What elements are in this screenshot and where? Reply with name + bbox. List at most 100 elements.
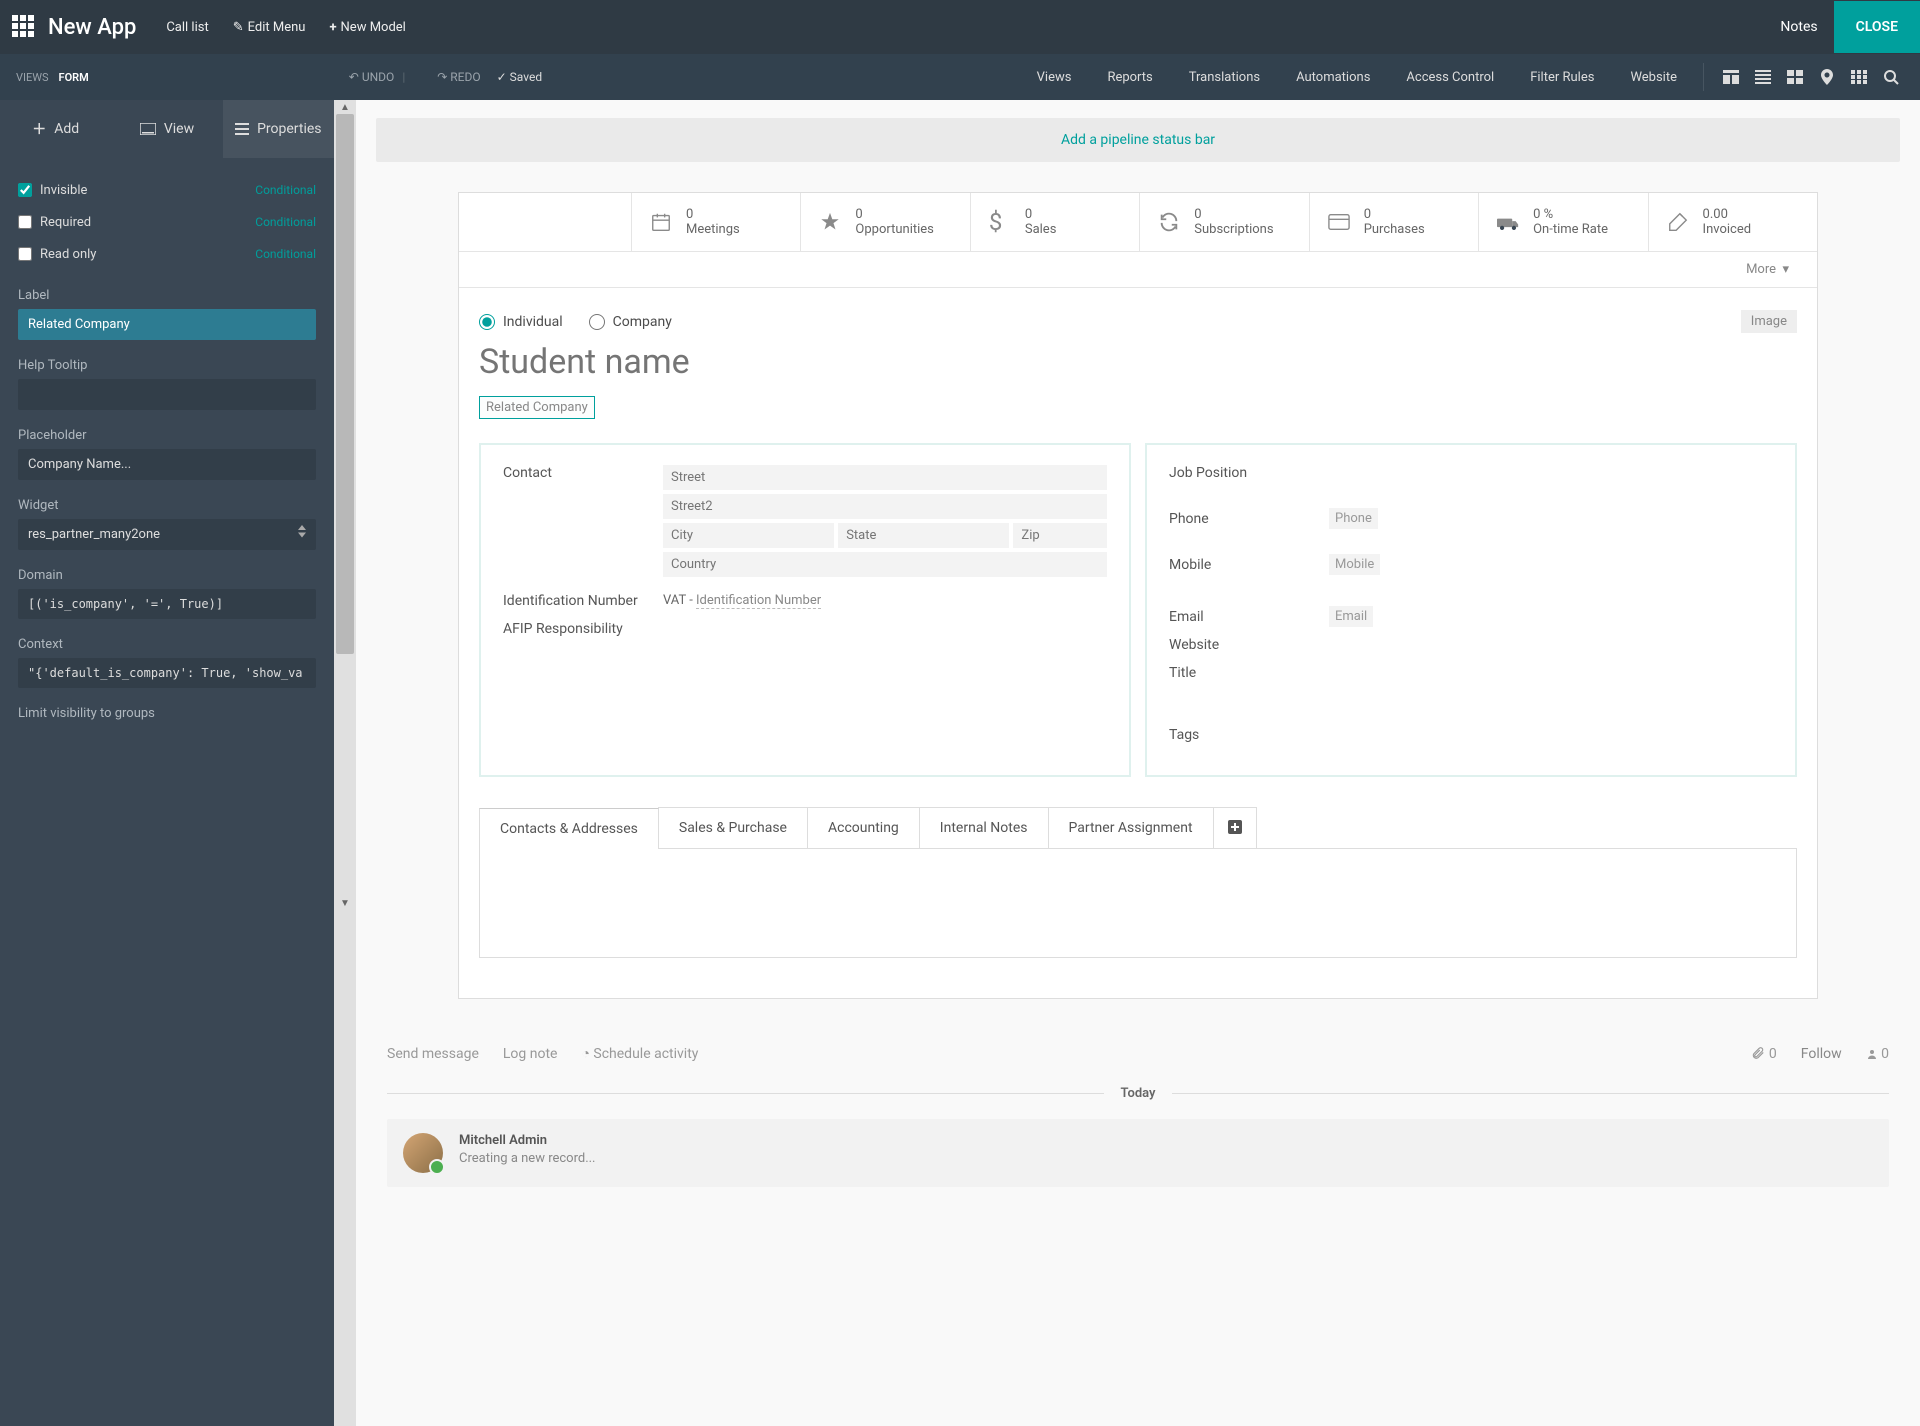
placeholder-input[interactable] bbox=[18, 449, 316, 480]
followers-count[interactable]: 0 bbox=[1866, 1046, 1889, 1062]
nav-website[interactable]: Website bbox=[1626, 56, 1681, 99]
redo-button[interactable]: ↷ REDO bbox=[437, 70, 480, 84]
prop-readonly[interactable]: Read only bbox=[18, 247, 96, 262]
placeholder-label: Placeholder bbox=[18, 428, 316, 443]
notes-button[interactable]: Notes bbox=[1780, 19, 1817, 35]
view-map-icon[interactable] bbox=[1814, 64, 1840, 90]
nav-views[interactable]: Views bbox=[1033, 56, 1076, 99]
view-kanban-icon[interactable] bbox=[1782, 64, 1808, 90]
apps-icon[interactable] bbox=[12, 15, 36, 39]
mobile-label: Mobile bbox=[1169, 557, 1329, 573]
prop-required[interactable]: Required bbox=[18, 215, 91, 230]
stat-sales[interactable]: $ 0Sales bbox=[970, 193, 1139, 251]
stat-ontime[interactable]: 0 %On-time Rate bbox=[1478, 193, 1647, 251]
nav-access-control[interactable]: Access Control bbox=[1402, 56, 1498, 99]
tab-partner-assignment[interactable]: Partner Assignment bbox=[1048, 807, 1214, 848]
tab-view[interactable]: View bbox=[111, 100, 222, 158]
menu-call-list[interactable]: Call list bbox=[166, 20, 208, 35]
saved-indicator: ✓ Saved bbox=[497, 70, 542, 84]
stat-opportunities[interactable]: 0Opportunities bbox=[800, 193, 969, 251]
conditional-required[interactable]: Conditional bbox=[255, 215, 316, 229]
nav-automations[interactable]: Automations bbox=[1292, 56, 1374, 99]
log-note[interactable]: Log note bbox=[503, 1046, 558, 1062]
context-input[interactable] bbox=[18, 658, 316, 688]
street-input[interactable] bbox=[663, 465, 1107, 490]
tab-sales-purchase[interactable]: Sales & Purchase bbox=[658, 807, 808, 848]
view-form-icon[interactable] bbox=[1718, 64, 1744, 90]
view-list-icon[interactable] bbox=[1750, 64, 1776, 90]
form-sheet: 0Meetings 0Opportunities $ 0Sales 0Subsc… bbox=[458, 192, 1818, 999]
menu-edit-menu[interactable]: ✎Edit Menu bbox=[233, 20, 306, 35]
stat-purchases[interactable]: 0Purchases bbox=[1309, 193, 1478, 251]
image-placeholder[interactable]: Image bbox=[1741, 310, 1797, 333]
view-grid-icon[interactable] bbox=[1846, 64, 1872, 90]
website-label: Website bbox=[1169, 637, 1329, 653]
contact-label: Contact bbox=[503, 465, 663, 481]
tags-label: Tags bbox=[1169, 727, 1329, 743]
views-label: VIEWS bbox=[16, 71, 49, 84]
tab-content bbox=[479, 848, 1797, 958]
tab-properties[interactable]: Properties bbox=[223, 100, 334, 158]
date-separator: Today bbox=[1104, 1086, 1171, 1101]
radio-individual[interactable]: Individual bbox=[479, 314, 563, 330]
undo-button[interactable]: ↶ UNDO bbox=[349, 70, 395, 84]
nav-reports[interactable]: Reports bbox=[1103, 56, 1156, 99]
help-input[interactable] bbox=[18, 379, 316, 410]
job-label: Job Position bbox=[1169, 465, 1329, 481]
related-company-field[interactable]: Related Company bbox=[479, 396, 595, 419]
stat-meetings[interactable]: 0Meetings bbox=[631, 193, 800, 251]
conditional-readonly[interactable]: Conditional bbox=[255, 247, 316, 261]
widget-label: Widget bbox=[18, 498, 316, 513]
domain-label: Domain bbox=[18, 568, 316, 583]
help-label: Help Tooltip bbox=[18, 358, 316, 373]
state-input[interactable] bbox=[838, 523, 1009, 548]
limit-label: Limit visibility to groups bbox=[18, 706, 316, 721]
country-input[interactable] bbox=[663, 552, 1107, 577]
tab-internal-notes[interactable]: Internal Notes bbox=[919, 807, 1049, 848]
attachments-count[interactable]: 0 bbox=[1751, 1046, 1776, 1062]
stats-more[interactable]: More ▾ bbox=[459, 252, 1817, 288]
label-input[interactable] bbox=[18, 309, 316, 340]
stat-subscriptions[interactable]: 0Subscriptions bbox=[1139, 193, 1308, 251]
email-input[interactable]: Email bbox=[1329, 606, 1373, 627]
message-text: Creating a new record... bbox=[459, 1151, 596, 1166]
form-breadcrumb[interactable]: FORM bbox=[59, 71, 89, 84]
nav-filter-rules[interactable]: Filter Rules bbox=[1526, 56, 1598, 99]
label-label: Label bbox=[18, 288, 316, 303]
message-author: Mitchell Admin bbox=[459, 1133, 596, 1148]
sidebar-scrollbar[interactable]: ▲ ▼ bbox=[334, 100, 356, 1426]
idnum-input[interactable]: Identification Number bbox=[696, 593, 821, 609]
log-message: Mitchell Admin Creating a new record... bbox=[387, 1119, 1889, 1187]
avatar bbox=[403, 1133, 443, 1173]
schedule-activity[interactable]: ◔ Schedule activity bbox=[581, 1045, 698, 1062]
phone-label: Phone bbox=[1169, 511, 1329, 527]
widget-select[interactable] bbox=[18, 519, 316, 550]
domain-input[interactable] bbox=[18, 589, 316, 619]
mobile-input[interactable]: Mobile bbox=[1329, 554, 1380, 575]
zip-input[interactable] bbox=[1013, 523, 1107, 548]
add-pipeline-bar[interactable]: Add a pipeline status bar bbox=[376, 118, 1900, 162]
tab-accounting[interactable]: Accounting bbox=[807, 807, 920, 848]
properties-sidebar: ＋Add View Properties Invisible Condition… bbox=[0, 100, 334, 1426]
close-button[interactable]: CLOSE bbox=[1834, 1, 1920, 53]
email-label: Email bbox=[1169, 609, 1329, 625]
phone-input[interactable]: Phone bbox=[1329, 508, 1378, 529]
prop-invisible[interactable]: Invisible bbox=[18, 183, 87, 198]
stat-invoiced[interactable]: 0.00Invoiced bbox=[1648, 193, 1817, 251]
search-icon[interactable] bbox=[1878, 64, 1904, 90]
radio-company[interactable]: Company bbox=[589, 314, 672, 330]
conditional-invisible[interactable]: Conditional bbox=[255, 183, 316, 197]
follow-button[interactable]: Follow bbox=[1801, 1046, 1842, 1062]
street2-input[interactable] bbox=[663, 494, 1107, 519]
menu-new-model[interactable]: +New Model bbox=[329, 20, 405, 35]
tab-contacts[interactable]: Contacts & Addresses bbox=[479, 808, 659, 849]
left-group: Contact bbox=[479, 443, 1131, 777]
title-label: Title bbox=[1169, 665, 1329, 681]
send-message[interactable]: Send message bbox=[387, 1046, 479, 1062]
tab-add[interactable]: ＋Add bbox=[0, 100, 111, 158]
city-input[interactable] bbox=[663, 523, 834, 548]
name-input[interactable] bbox=[479, 342, 1797, 382]
tab-add-icon[interactable] bbox=[1213, 807, 1257, 848]
nav-translations[interactable]: Translations bbox=[1185, 56, 1264, 99]
idnum-label: Identification Number bbox=[503, 593, 663, 609]
